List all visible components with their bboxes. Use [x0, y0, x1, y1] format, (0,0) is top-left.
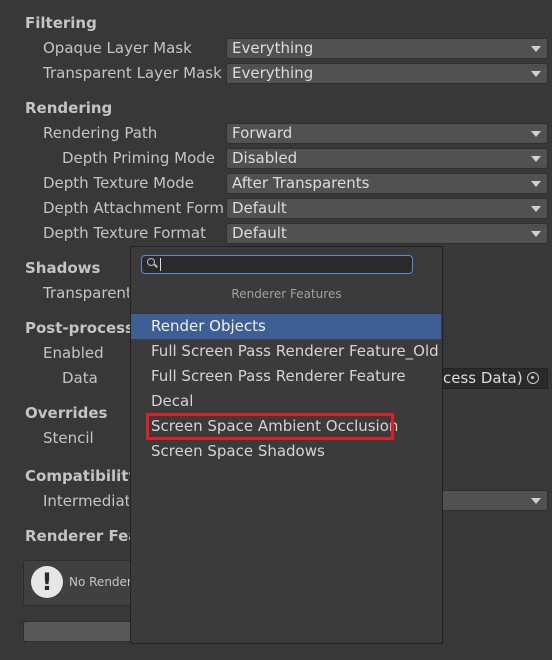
add-renderer-feature-button[interactable] [23, 621, 131, 642]
depth-texture-mode-value: After Transparents [232, 174, 370, 192]
popup-item-screen-space-shadows[interactable]: Screen Space Shadows [131, 439, 441, 464]
shadows-header: Shadows [25, 259, 101, 277]
depth-attachment-format-dropdown[interactable]: Default [226, 198, 548, 219]
ssao-highlight-box [146, 413, 394, 440]
postprocessing-enabled-label: Enabled [43, 344, 104, 362]
transparent-layer-mask-label: Transparent Layer Mask [43, 64, 222, 82]
popup-title: Renderer Features [231, 287, 342, 301]
chevron-down-icon [531, 131, 541, 137]
rendering-path-dropdown[interactable]: Forward [226, 123, 548, 144]
transparent-layer-mask-dropdown[interactable]: Everything [226, 63, 548, 84]
renderer-features-header: Renderer Featu [25, 527, 130, 545]
chevron-down-icon [531, 71, 541, 77]
depth-priming-mode-value: Disabled [232, 149, 298, 167]
chevron-down-icon [531, 46, 541, 52]
popup-item-render-objects[interactable]: Render Objects [131, 314, 441, 339]
stencil-label: Stencil [43, 429, 94, 447]
compatibility-header: Compatibility [25, 467, 139, 485]
opaque-layer-mask-dropdown[interactable]: Everything [226, 38, 548, 59]
depth-attachment-format-label: Depth Attachment Forma [43, 199, 223, 217]
intermediate-texture-label: Intermediate [43, 492, 129, 510]
depth-texture-format-value: Default [232, 224, 287, 242]
rendering-path-label: Rendering Path [43, 124, 158, 142]
opaque-layer-mask-label: Opaque Layer Mask [43, 39, 192, 57]
depth-priming-mode-label: Depth Priming Mode [62, 149, 216, 167]
popup-item-full-screen-pass-old[interactable]: Full Screen Pass Renderer Feature_Old GU [131, 339, 441, 364]
popup-search-input[interactable] [141, 255, 413, 274]
depth-texture-mode-dropdown[interactable]: After Transparents [226, 173, 548, 194]
rendering-path-value: Forward [232, 124, 293, 142]
chevron-down-icon [531, 156, 541, 162]
depth-texture-format-dropdown[interactable]: Default [226, 223, 548, 244]
postprocessing-header: Post-processing [25, 319, 130, 337]
rendering-header: Rendering [25, 99, 113, 117]
chevron-down-icon [531, 231, 541, 237]
chevron-down-icon [531, 181, 541, 187]
overrides-header: Overrides [25, 404, 108, 422]
postprocessing-data-value: cess Data) [443, 369, 523, 387]
no-renderer-features-text: No Rendere [69, 575, 130, 589]
object-picker-icon[interactable] [527, 372, 539, 384]
postprocessing-data-label: Data [62, 369, 98, 387]
depth-priming-mode-dropdown[interactable]: Disabled [226, 148, 548, 169]
renderer-features-popup: Renderer Features Render Objects Full Sc… [130, 246, 443, 644]
opaque-layer-mask-value: Everything [232, 39, 314, 57]
transparent-receive-shadows-label: Transparent [43, 284, 129, 302]
depth-texture-mode-label: Depth Texture Mode [43, 174, 195, 192]
popup-item-full-screen-pass[interactable]: Full Screen Pass Renderer Feature [131, 364, 441, 389]
filtering-header: Filtering [25, 14, 97, 32]
chevron-down-icon [531, 498, 541, 504]
postprocessing-data-field[interactable]: cess Data) [443, 368, 548, 389]
transparent-layer-mask-value: Everything [232, 64, 314, 82]
intermediate-texture-dropdown[interactable] [443, 490, 548, 511]
popup-item-decal[interactable]: Decal [131, 389, 441, 414]
chevron-down-icon [531, 206, 541, 212]
depth-attachment-format-value: Default [232, 199, 287, 217]
warning-icon: ! [31, 566, 63, 598]
depth-texture-format-label: Depth Texture Format [43, 224, 206, 242]
